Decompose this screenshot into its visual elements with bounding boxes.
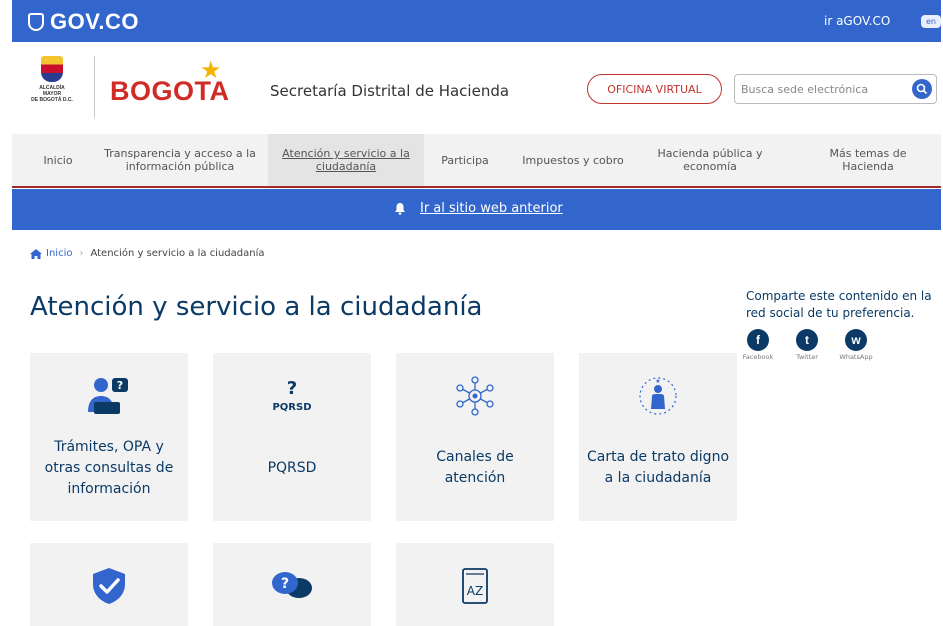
search-input[interactable] [741, 80, 901, 98]
card-pqrsd[interactable]: ? PQRSD PQRSD [213, 353, 371, 521]
share-twitter[interactable]: t Twitter [787, 329, 827, 361]
bogota-crest-icon [41, 56, 63, 82]
card-carta-trato-label: Carta de trato digno a la ciudadanía [587, 449, 730, 486]
card-pqrsd-label: PQRSD [267, 459, 317, 476]
previous-site-banner: Ir al sitio web anterior [12, 189, 941, 230]
shield-check-icon [93, 568, 125, 604]
share-twitter-label: Twitter [796, 353, 818, 361]
home-icon [30, 248, 42, 259]
pqrsd-icon: ? PQRSD [272, 378, 311, 413]
card-shield[interactable] [30, 543, 188, 626]
page-title: Atención y servicio a la ciudadanía [30, 292, 483, 322]
share-whatsapp-label: WhatsApp [839, 353, 873, 361]
svg-text:?: ? [281, 576, 289, 592]
pqrsd-icon-text: PQRSD [272, 402, 311, 413]
share-facebook-label: Facebook [742, 353, 774, 361]
card-carta-trato[interactable]: ★ Carta de trato digno a la ciudadanía [579, 353, 737, 521]
search-box [734, 74, 937, 104]
share-text: Comparte este contenido en la red social… [746, 289, 932, 320]
card-canales[interactable]: Canales de atención [396, 353, 554, 521]
card-tramites-label: Trámites, OPA y otras consultas de infor… [44, 438, 174, 497]
alcaldia-line-2: DE BOGOTÁ D.C. [31, 97, 73, 103]
share-facebook[interactable]: f Facebook [738, 329, 778, 361]
alcaldia-logo[interactable]: ALCALDÍA MAYOR DE BOGOTÁ D.C. [30, 56, 74, 120]
nav-item-mas-temas[interactable]: Más temas de Hacienda [812, 134, 924, 186]
secretaria-name: Secretaría Distrital de Hacienda [270, 82, 510, 100]
facebook-icon: f [747, 329, 769, 351]
card-tramites[interactable]: ? Trámites, OPA y otras consultas de inf… [30, 353, 188, 521]
nav-item-participa[interactable]: Participa [430, 134, 500, 186]
svg-text:★: ★ [655, 378, 660, 385]
network-icon [456, 376, 494, 416]
bell-icon [395, 203, 405, 215]
breadcrumb-current: Atención y servicio a la ciudadanía [90, 248, 265, 259]
whatsapp-icon: w [845, 329, 867, 351]
breadcrumb-home-link[interactable]: Inicio [46, 248, 72, 259]
dictionary-icon-text: AZ [467, 584, 483, 598]
user-help-icon: ? [88, 378, 128, 414]
language-toggle[interactable]: en [921, 15, 941, 28]
card-chat[interactable]: ? [213, 543, 371, 626]
nav-item-impuestos[interactable]: Impuestos y cobro [508, 134, 638, 186]
dictionary-icon: AZ [462, 568, 488, 604]
nav-item-atencion[interactable]: Atención y servicio a la ciudadanía [268, 134, 424, 186]
breadcrumb-chevron-icon: › [79, 248, 84, 259]
breadcrumb: Inicio › Atención y servicio a la ciudad… [30, 248, 265, 259]
card-canales-label: Canales de atención [436, 449, 514, 486]
colombia-shield-icon [28, 13, 44, 31]
go-to-gov-co-link[interactable]: ir aGOV.CO [824, 14, 890, 28]
card-dictionary[interactable]: AZ [396, 543, 554, 626]
person-stars-icon: ★ [639, 377, 677, 415]
main-nav: Inicio Transparencia y acceso a la infor… [12, 134, 941, 188]
logo-divider [94, 56, 95, 118]
search-button[interactable] [912, 79, 932, 99]
share-whatsapp[interactable]: w WhatsApp [836, 329, 876, 361]
chat-question-icon: ? [272, 572, 312, 598]
nav-item-transparencia[interactable]: Transparencia y acceso a la información … [96, 134, 264, 186]
gov-bar: GOV.CO ir aGOV.CO en [12, 0, 941, 42]
site-header: ALCALDÍA MAYOR DE BOGOTÁ D.C. BOGOTA ★ S… [12, 42, 941, 134]
nav-item-inicio[interactable]: Inicio [26, 134, 90, 186]
twitter-icon: t [796, 329, 818, 351]
search-icon [916, 83, 928, 95]
oficina-virtual-button[interactable]: OFICINA VIRTUAL [587, 74, 722, 104]
previous-site-link[interactable]: Ir al sitio web anterior [420, 201, 563, 216]
nav-item-hacienda-publica[interactable]: Hacienda pública y economía [648, 134, 772, 186]
bogota-star-icon: ★ [200, 56, 222, 84]
gov-co-logo[interactable]: GOV.CO [28, 9, 139, 35]
alcaldia-line-1: ALCALDÍA MAYOR [39, 85, 65, 97]
gov-co-logo-text: GOV.CO [50, 9, 139, 34]
svg-text:?: ? [117, 379, 123, 392]
svg-text:?: ? [287, 378, 297, 399]
